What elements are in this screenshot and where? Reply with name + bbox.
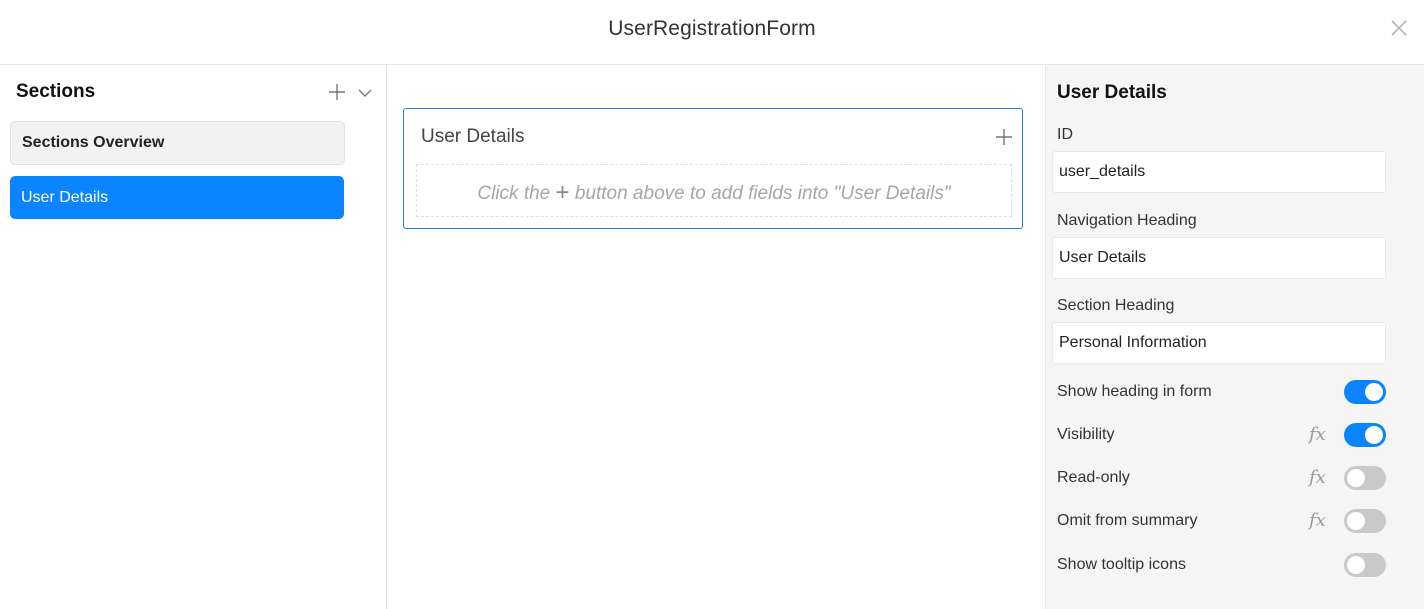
section-card-title: User Details <box>421 126 525 147</box>
hint-prefix: Click the <box>477 183 551 204</box>
visibility-label: Visibility <box>1057 426 1115 443</box>
section-item-user-details[interactable]: User Details <box>10 176 344 219</box>
visibility-toggle[interactable] <box>1344 423 1386 447</box>
fx-icon[interactable]: fx <box>1309 424 1326 445</box>
hint-suffix: button above to add fields into "User De… <box>574 183 951 204</box>
empty-field-dropzone: Click the + button above to add fields i… <box>416 164 1012 217</box>
toggle-knob <box>1347 512 1365 530</box>
add-section-icon[interactable] <box>327 82 347 102</box>
show-heading-toggle[interactable] <box>1344 380 1386 404</box>
toggle-knob <box>1347 556 1365 574</box>
navigation-heading-label: Navigation Heading <box>1057 212 1197 229</box>
sections-title: Sections <box>16 81 96 102</box>
properties-title: User Details <box>1057 82 1167 103</box>
fx-icon[interactable]: fx <box>1309 510 1326 531</box>
sections-panel: Sections Sections Overview User Details <box>0 65 387 609</box>
toggle-knob <box>1365 426 1383 444</box>
add-field-icon[interactable] <box>994 127 1014 147</box>
toggle-knob <box>1365 383 1383 401</box>
section-heading-input[interactable]: Personal Information <box>1052 322 1386 364</box>
id-input[interactable]: user_details <box>1052 151 1386 193</box>
chevron-down-icon[interactable] <box>356 84 374 102</box>
show-tooltip-icons-toggle[interactable] <box>1344 553 1386 577</box>
plus-icon: + <box>555 179 570 206</box>
show-heading-label: Show heading in form <box>1057 383 1212 400</box>
toggle-knob <box>1347 469 1365 487</box>
read-only-toggle[interactable] <box>1344 466 1386 490</box>
fx-icon[interactable]: fx <box>1309 467 1326 488</box>
section-item-overview[interactable]: Sections Overview <box>10 121 345 165</box>
properties-panel: User Details ID user_details Navigation … <box>1045 65 1424 609</box>
close-icon[interactable] <box>1388 17 1410 39</box>
omit-from-summary-label: Omit from summary <box>1057 512 1198 529</box>
form-canvas: User Details Click the + button above to… <box>388 65 1045 609</box>
section-heading-label: Section Heading <box>1057 297 1175 314</box>
dialog-header: UserRegistrationForm <box>0 0 1424 65</box>
navigation-heading-input[interactable]: User Details <box>1052 237 1386 279</box>
section-card[interactable]: User Details Click the + button above to… <box>403 108 1023 229</box>
dialog-title: UserRegistrationForm <box>608 17 816 40</box>
id-label: ID <box>1057 126 1073 143</box>
omit-from-summary-toggle[interactable] <box>1344 509 1386 533</box>
read-only-label: Read-only <box>1057 469 1130 486</box>
show-tooltip-icons-label: Show tooltip icons <box>1057 556 1186 573</box>
